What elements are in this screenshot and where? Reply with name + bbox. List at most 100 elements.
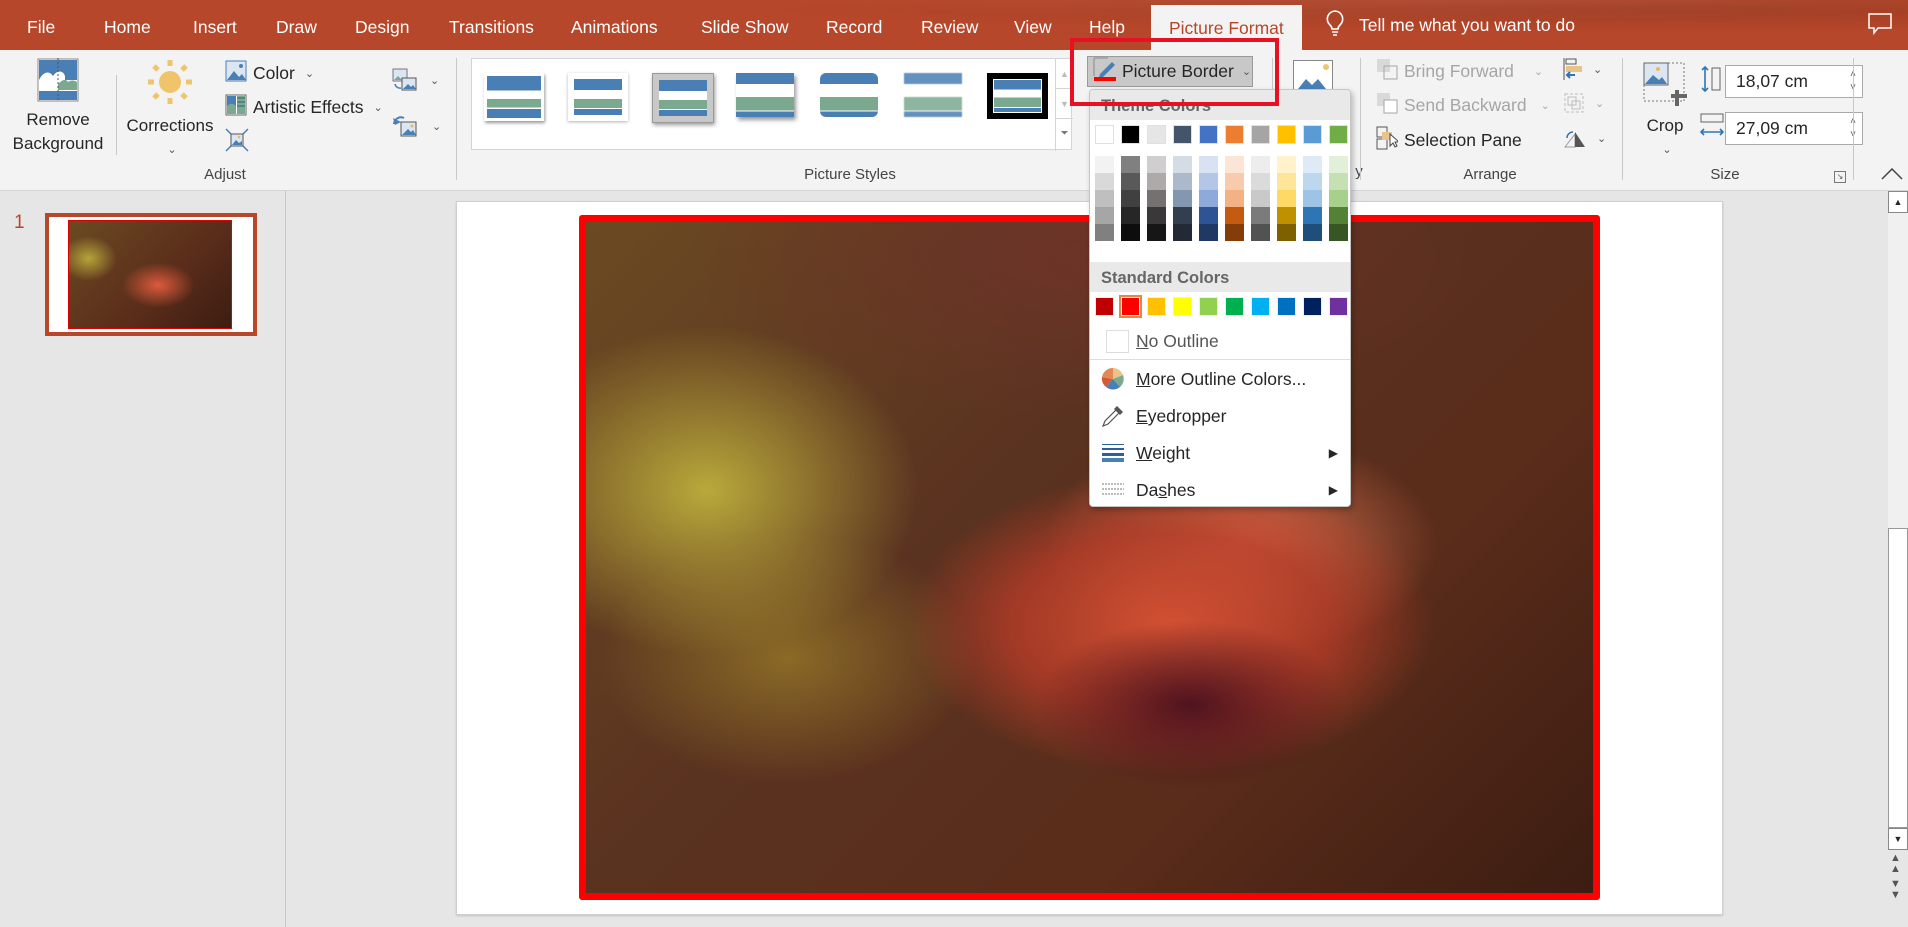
picture-style-5[interactable] bbox=[820, 73, 878, 117]
theme-shade-swatch[interactable] bbox=[1199, 156, 1218, 173]
theme-shade-swatch[interactable] bbox=[1147, 156, 1166, 173]
theme-color-swatch[interactable] bbox=[1147, 125, 1166, 144]
theme-shade-swatch[interactable] bbox=[1147, 224, 1166, 241]
theme-shade-swatch[interactable] bbox=[1251, 156, 1270, 173]
theme-shade-swatch[interactable] bbox=[1173, 173, 1192, 190]
dashes-item[interactable]: Dashes ▶ bbox=[1090, 472, 1350, 506]
align-button[interactable]: ⌄ bbox=[1563, 58, 1602, 80]
tab-design[interactable]: Design bbox=[355, 0, 409, 50]
corrections-button[interactable]: Corrections ⌄ bbox=[124, 60, 216, 162]
vertical-scrollbar[interactable]: ▲ ▼ ▲ ▲ ▼ ▼ bbox=[1888, 191, 1908, 927]
theme-shade-swatch[interactable] bbox=[1329, 207, 1348, 224]
scroll-down-button[interactable]: ▼ bbox=[1888, 828, 1908, 850]
theme-shade-swatch[interactable] bbox=[1329, 173, 1348, 190]
theme-shade-swatch[interactable] bbox=[1095, 156, 1114, 173]
shape-width-input[interactable]: 27,09 cm ˄˅ bbox=[1725, 112, 1863, 145]
crop-button[interactable]: Crop ⌄ bbox=[1640, 62, 1690, 162]
tab-insert[interactable]: Insert bbox=[193, 0, 237, 50]
theme-shade-swatch[interactable] bbox=[1121, 224, 1140, 241]
gallery-scroll-up[interactable]: ▲ bbox=[1056, 59, 1073, 89]
theme-shade-swatch[interactable] bbox=[1277, 190, 1296, 207]
next-slide-button[interactable]: ▼ ▼ bbox=[1890, 879, 1901, 901]
standard-color-swatch[interactable] bbox=[1251, 297, 1270, 316]
tab-review[interactable]: Review bbox=[921, 0, 978, 50]
tab-record[interactable]: Record bbox=[826, 0, 882, 50]
picture-style-4[interactable] bbox=[736, 73, 794, 117]
theme-shade-swatch[interactable] bbox=[1173, 207, 1192, 224]
theme-color-swatch[interactable] bbox=[1173, 125, 1192, 144]
theme-shade-swatch[interactable] bbox=[1199, 173, 1218, 190]
tab-animations[interactable]: Animations bbox=[571, 0, 658, 50]
theme-shade-swatch[interactable] bbox=[1225, 224, 1244, 241]
tell-me-search[interactable]: Tell me what you want to do bbox=[1325, 0, 1575, 50]
change-picture-button[interactable]: ⌄ bbox=[392, 68, 439, 92]
theme-shade-swatch[interactable] bbox=[1303, 224, 1322, 241]
theme-shade-swatch[interactable] bbox=[1303, 173, 1322, 190]
tab-view[interactable]: View bbox=[1014, 0, 1052, 50]
theme-shade-swatch[interactable] bbox=[1173, 190, 1192, 207]
standard-color-swatch[interactable] bbox=[1303, 297, 1322, 316]
theme-shade-swatch[interactable] bbox=[1121, 207, 1140, 224]
theme-color-swatch[interactable] bbox=[1199, 125, 1218, 144]
theme-shade-swatch[interactable] bbox=[1329, 156, 1348, 173]
compress-pictures-button[interactable] bbox=[225, 128, 249, 157]
theme-shade-swatch[interactable] bbox=[1121, 190, 1140, 207]
theme-color-swatch[interactable] bbox=[1303, 125, 1322, 144]
theme-color-swatch[interactable] bbox=[1121, 125, 1140, 144]
theme-shade-swatch[interactable] bbox=[1095, 173, 1114, 190]
gallery-scroll-down[interactable]: ▼ bbox=[1056, 89, 1073, 119]
theme-color-swatch[interactable] bbox=[1095, 125, 1114, 144]
slide-thumbnail[interactable] bbox=[45, 213, 257, 336]
size-dialog-launcher[interactable]: ↘ bbox=[1834, 171, 1846, 183]
more-outline-colors-item[interactable]: More Outline Colors... bbox=[1090, 361, 1350, 397]
theme-color-swatch[interactable] bbox=[1329, 125, 1348, 144]
theme-shade-swatch[interactable] bbox=[1173, 224, 1192, 241]
send-backward-button[interactable]: Send Backward ⌄ bbox=[1376, 92, 1550, 119]
theme-shade-swatch[interactable] bbox=[1121, 173, 1140, 190]
bring-forward-button[interactable]: Bring Forward ⌄ bbox=[1376, 58, 1543, 85]
scroll-thumb[interactable] bbox=[1888, 528, 1908, 828]
collapse-ribbon-icon[interactable] bbox=[1881, 167, 1903, 185]
selection-pane-button[interactable]: Selection Pane bbox=[1376, 126, 1522, 155]
tab-slide-show[interactable]: Slide Show bbox=[701, 0, 789, 50]
theme-shade-swatch[interactable] bbox=[1225, 190, 1244, 207]
theme-shade-swatch[interactable] bbox=[1121, 156, 1140, 173]
reset-picture-button[interactable]: ⌄ bbox=[392, 114, 441, 138]
standard-color-swatch[interactable] bbox=[1277, 297, 1296, 316]
standard-color-swatch[interactable] bbox=[1119, 295, 1142, 318]
theme-color-swatch[interactable] bbox=[1251, 125, 1270, 144]
tab-help[interactable]: Help bbox=[1089, 0, 1125, 50]
theme-shade-swatch[interactable] bbox=[1147, 207, 1166, 224]
picture-style-2[interactable] bbox=[568, 73, 628, 121]
theme-shade-swatch[interactable] bbox=[1199, 224, 1218, 241]
scroll-up-button[interactable]: ▲ bbox=[1888, 191, 1908, 213]
theme-shade-swatch[interactable] bbox=[1225, 156, 1244, 173]
shape-height-input[interactable]: 18,07 cm ˄˅ bbox=[1725, 65, 1863, 98]
picture-style-1[interactable] bbox=[484, 73, 544, 121]
theme-shade-swatch[interactable] bbox=[1329, 190, 1348, 207]
theme-shade-swatch[interactable] bbox=[1095, 207, 1114, 224]
theme-shade-swatch[interactable] bbox=[1225, 173, 1244, 190]
theme-shade-swatch[interactable] bbox=[1199, 207, 1218, 224]
standard-color-swatch[interactable] bbox=[1225, 297, 1244, 316]
theme-color-swatch[interactable] bbox=[1277, 125, 1296, 144]
theme-shade-swatch[interactable] bbox=[1147, 173, 1166, 190]
theme-shade-swatch[interactable] bbox=[1277, 156, 1296, 173]
theme-shade-swatch[interactable] bbox=[1251, 224, 1270, 241]
tab-file[interactable]: File bbox=[27, 0, 55, 50]
theme-shade-swatch[interactable] bbox=[1095, 190, 1114, 207]
tab-transitions[interactable]: Transitions bbox=[449, 0, 534, 50]
remove-background-button[interactable]: Remove Background bbox=[8, 58, 108, 156]
theme-shade-swatch[interactable] bbox=[1225, 207, 1244, 224]
theme-shade-swatch[interactable] bbox=[1303, 156, 1322, 173]
theme-shade-swatch[interactable] bbox=[1251, 173, 1270, 190]
color-button[interactable]: Color ⌄ bbox=[225, 60, 314, 87]
theme-shade-swatch[interactable] bbox=[1329, 224, 1348, 241]
tab-draw[interactable]: Draw bbox=[276, 0, 317, 50]
theme-shade-swatch[interactable] bbox=[1199, 190, 1218, 207]
standard-color-swatch[interactable] bbox=[1199, 297, 1218, 316]
standard-color-swatch[interactable] bbox=[1095, 297, 1114, 316]
group-button[interactable]: ⌄ bbox=[1563, 92, 1604, 114]
theme-shade-swatch[interactable] bbox=[1277, 224, 1296, 241]
theme-shade-swatch[interactable] bbox=[1303, 190, 1322, 207]
